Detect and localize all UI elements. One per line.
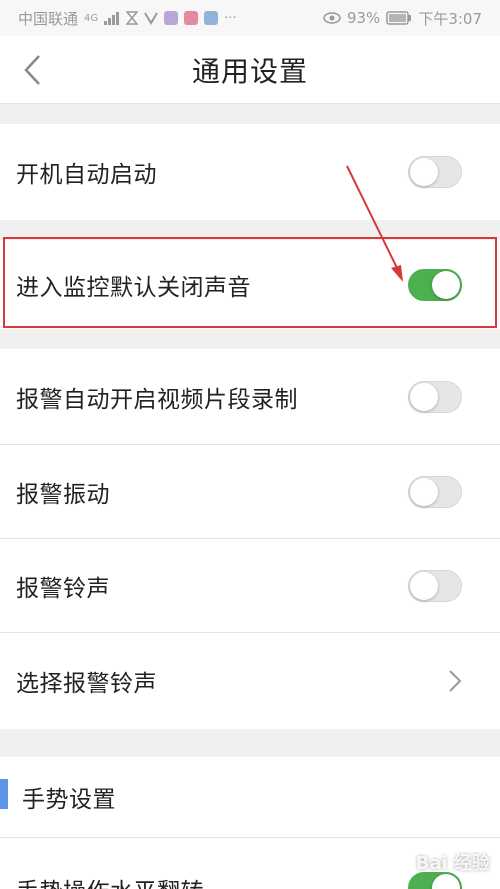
- hourglass-icon: [126, 11, 139, 25]
- back-button[interactable]: [10, 44, 54, 96]
- setting-label: 报警自动开启视频片段录制: [16, 386, 298, 413]
- chevron-right-icon: [449, 670, 462, 692]
- status-right: 93% 下午3:07: [323, 8, 482, 29]
- watermark: Bai 经验: [415, 853, 490, 874]
- gesture-section-header: 手势设置: [0, 757, 500, 837]
- gift-app-icon: [184, 11, 199, 25]
- setting-label: 进入监控默认关闭声音: [16, 274, 251, 301]
- setting-label: 选择报警铃声: [16, 671, 157, 697]
- auto-start-toggle[interactable]: [408, 156, 462, 188]
- eye-icon: [323, 12, 341, 24]
- toggle-knob: [410, 477, 438, 506]
- toggle-knob: [410, 571, 438, 600]
- more-notifications-icon: ···: [224, 10, 237, 26]
- status-left: 中国联通 4G ···: [18, 8, 237, 29]
- section-accent-bar: [0, 779, 8, 809]
- setting-alarm-video-record-row: 报警自动开启视频片段录制: [0, 349, 500, 444]
- chevron-left-icon: [24, 55, 40, 85]
- nav-bar: 通用设置: [0, 36, 500, 104]
- setting-alarm-vibrate-row: 报警振动: [0, 445, 500, 538]
- carrier-label: 中国联通: [18, 9, 79, 28]
- photo-app-icon: [204, 11, 219, 25]
- alarm-video-record-toggle[interactable]: [408, 380, 462, 413]
- clock-time: 下午3:07: [418, 9, 482, 28]
- toggle-knob: [432, 270, 460, 299]
- section-title: 手势设置: [22, 787, 116, 813]
- alarm-ringtone-toggle[interactable]: [408, 569, 462, 602]
- v-app-icon: [144, 12, 158, 25]
- mute-on-monitor-toggle[interactable]: [408, 268, 462, 301]
- setting-label: 手势操作水平翻转: [16, 872, 204, 889]
- page-title: 通用设置: [191, 54, 308, 88]
- setting-auto-start-row: 开机自动启动: [0, 124, 500, 220]
- setting-label: 开机自动启动: [16, 162, 157, 188]
- battery-percent: 93%: [346, 9, 381, 27]
- signal-icon: [104, 12, 120, 25]
- battery-icon: [386, 11, 412, 25]
- alarm-vibrate-toggle[interactable]: [408, 475, 462, 508]
- setting-mute-on-monitor-row: 进入监控默认关闭声音: [0, 240, 500, 329]
- setting-label: 报警铃声: [16, 575, 110, 602]
- toggle-knob: [410, 158, 438, 186]
- setting-alarm-ringtone-row: 报警铃声: [0, 539, 500, 632]
- status-bar: 中国联通 4G ··· 93% 下午3:07: [0, 0, 500, 36]
- app-notification-icon: [164, 11, 179, 25]
- toggle-knob: [432, 874, 460, 889]
- setting-select-ringtone-row[interactable]: 选择报警铃声: [0, 633, 500, 729]
- network-type-label: 4G: [84, 12, 99, 24]
- toggle-knob: [410, 382, 438, 411]
- setting-label: 报警振动: [16, 481, 110, 508]
